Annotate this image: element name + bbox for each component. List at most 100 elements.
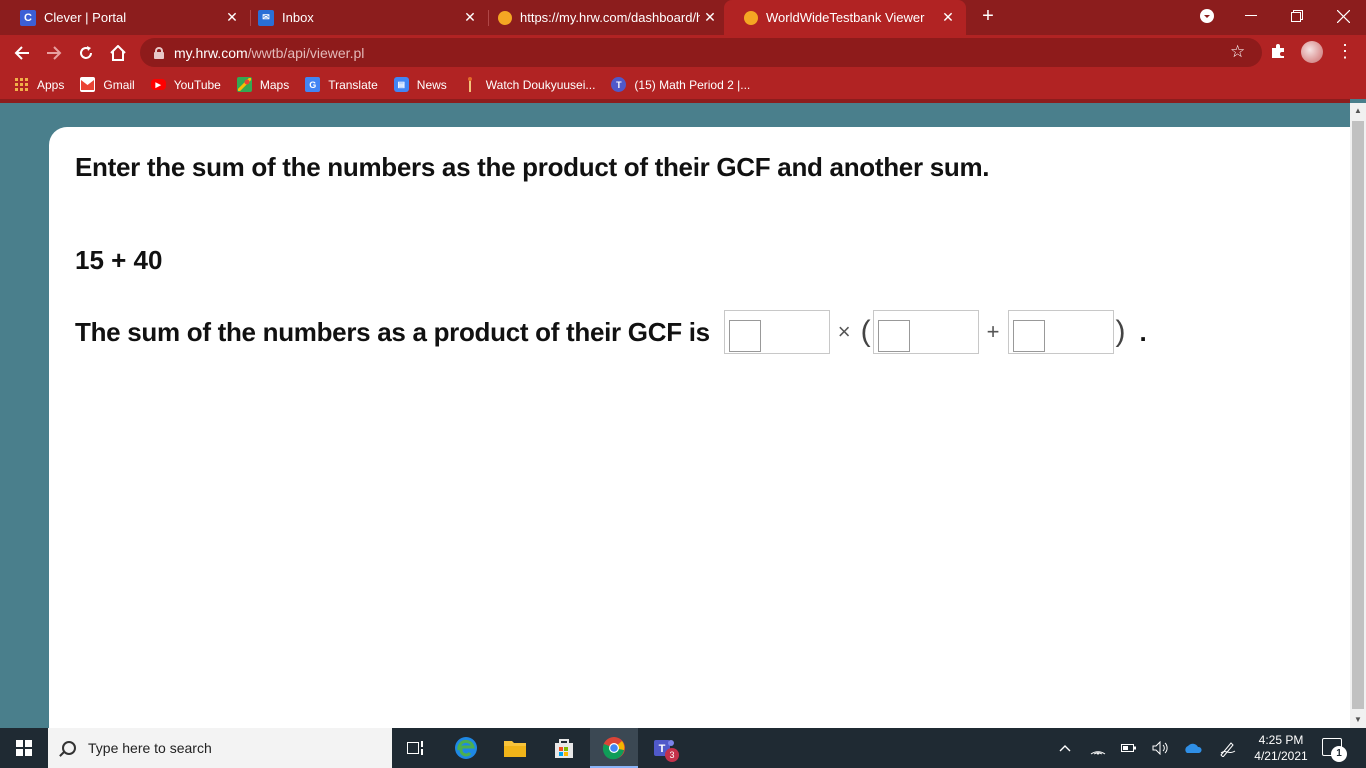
bookmark-label: Translate <box>328 77 378 92</box>
clock-time: 4:25 PM <box>1258 733 1304 747</box>
scroll-up-arrow-icon[interactable]: ▲ <box>1350 103 1366 119</box>
close-tab-icon[interactable]: ✕ <box>938 8 958 28</box>
bookmark-maps[interactable]: Maps <box>236 77 290 92</box>
chrome-icon <box>602 737 625 760</box>
answer-lead-text: The sum of the numbers as a product of t… <box>75 316 710 347</box>
home-icon <box>110 45 126 61</box>
bookmark-translate[interactable]: G Translate <box>305 77 378 92</box>
bookmark-youtube[interactable]: ▶ YouTube <box>150 77 221 92</box>
scrollbar-thumb[interactable] <box>1352 121 1364 709</box>
reload-button[interactable] <box>72 39 100 67</box>
vertical-scrollbar[interactable]: ▲ ▼ <box>1350 103 1366 728</box>
gcf-answer-field[interactable] <box>723 310 830 354</box>
mail-icon: ✉ <box>258 9 274 26</box>
bookmark-label: YouTube <box>173 77 221 92</box>
plus-symbol: + <box>986 319 1000 344</box>
notification-count-badge: 1 <box>1331 746 1347 762</box>
taskbar-edge[interactable] <box>442 728 490 768</box>
tab-title: Inbox <box>282 10 314 25</box>
teams-icon: T <box>611 77 627 92</box>
maps-icon <box>236 77 252 92</box>
pen-workspace-icon[interactable] <box>1216 728 1240 768</box>
windows-taskbar: Type here to search T 3 4:25 PM 4/21/202… <box>0 728 1366 768</box>
input-placeholder-box <box>728 320 761 352</box>
address-bar[interactable]: my.hrw.com/wwtb/api/viewer.pl <box>140 38 1262 67</box>
bookmark-page-icon <box>463 77 478 92</box>
taskbar-file-explorer[interactable] <box>491 728 539 768</box>
task-view-button[interactable] <box>392 728 440 768</box>
search-icon <box>62 741 76 755</box>
store-bag-icon <box>555 739 573 758</box>
tab-hrw-dashboard[interactable]: https://my.hrw.com/dashboard/h ✕ <box>478 0 728 35</box>
network-wifi-icon[interactable] <box>1087 728 1109 768</box>
input-placeholder-box <box>877 320 910 352</box>
taskbar-clock[interactable]: 4:25 PM 4/21/2021 <box>1248 732 1314 764</box>
tab-inbox[interactable]: ✉ Inbox ✕ <box>238 0 488 35</box>
taskbar-teams[interactable]: T 3 <box>639 728 687 768</box>
browser-tabstrip: C Clever | Portal ✕ ✉ Inbox ✕ https://my… <box>0 0 1366 35</box>
taskbar-search-box[interactable]: Type here to search <box>48 728 392 768</box>
sentence-period: . <box>1139 316 1147 347</box>
tab-worldwidetestbank-viewer[interactable]: WorldWideTestbank Viewer ✕ <box>724 0 966 35</box>
close-icon <box>1336 9 1350 23</box>
testbank-viewer: Enter the sum of the numbers as the prod… <box>0 103 1350 737</box>
tab-search-button[interactable] <box>1184 0 1230 32</box>
tab-title: https://my.hrw.com/dashboard/h <box>520 10 700 25</box>
restore-icon <box>1291 10 1303 22</box>
bookmark-star-icon[interactable]: ☆ <box>1230 42 1245 62</box>
taskbar-chrome[interactable] <box>590 728 638 768</box>
taskbar-store[interactable] <box>540 728 588 768</box>
close-tab-icon[interactable]: ✕ <box>700 8 720 28</box>
show-hidden-icons-chevron-icon[interactable] <box>1054 728 1076 768</box>
bookmark-label: Watch Doukyuusei... <box>485 77 596 92</box>
close-tab-icon[interactable]: ✕ <box>460 8 480 28</box>
teams-badge: 3 <box>665 748 679 762</box>
lock-icon <box>154 46 164 59</box>
start-button[interactable] <box>0 728 48 768</box>
back-button[interactable] <box>8 39 36 67</box>
battery-icon[interactable] <box>1118 728 1140 768</box>
arrow-left-icon <box>14 46 29 60</box>
kebab-menu-icon[interactable]: ⋮ <box>1336 41 1354 61</box>
bookmark-watch-doukyuusei[interactable]: Watch Doukyuusei... <box>463 77 596 92</box>
bookmark-label: Maps <box>259 77 290 92</box>
question-card: Enter the sum of the numbers as the prod… <box>49 127 1350 737</box>
question-prompt: Enter the sum of the numbers as the prod… <box>75 152 990 182</box>
extensions-puzzle-icon[interactable] <box>1270 43 1288 61</box>
bookmark-news[interactable]: ▤ News <box>393 77 447 92</box>
tab-clever-portal[interactable]: C Clever | Portal ✕ <box>0 0 250 35</box>
minimize-button[interactable] <box>1228 0 1274 32</box>
bookmarks-bar: Apps Gmail ▶ YouTube Maps G Translate ▤ … <box>0 70 1366 99</box>
bookmark-label: News <box>416 77 447 92</box>
clever-icon: C <box>20 9 36 26</box>
search-placeholder: Type here to search <box>88 740 212 756</box>
onedrive-cloud-icon[interactable] <box>1181 728 1205 768</box>
volume-icon[interactable] <box>1149 728 1171 768</box>
bookmark-math-period-2[interactable]: T (15) Math Period 2 |... <box>611 77 750 92</box>
first-addend-field[interactable] <box>872 310 979 354</box>
second-addend-field[interactable] <box>1007 310 1114 354</box>
clock-date: 4/21/2021 <box>1254 749 1308 763</box>
bookmark-gmail[interactable]: Gmail <box>80 77 135 92</box>
folder-icon <box>504 741 526 757</box>
open-paren: ( <box>860 315 871 348</box>
loading-dot-icon <box>744 10 758 25</box>
restore-button[interactable] <box>1274 0 1320 32</box>
bookmark-label: (15) Math Period 2 |... <box>634 77 751 92</box>
task-view-icon <box>407 741 423 755</box>
forward-button[interactable] <box>40 39 68 67</box>
close-window-button[interactable] <box>1320 0 1366 32</box>
input-placeholder-box <box>1012 320 1045 352</box>
bookmark-label: Gmail <box>103 77 135 92</box>
url-path: /wwtb/api/viewer.pl <box>247 44 365 61</box>
question-expression: 15 + 40 <box>75 245 163 275</box>
scroll-down-arrow-icon[interactable]: ▼ <box>1350 712 1366 728</box>
tab-title: WorldWideTestbank Viewer <box>766 10 925 25</box>
bookmark-apps[interactable]: Apps <box>14 77 64 92</box>
new-tab-button[interactable]: + <box>977 6 999 28</box>
profile-avatar[interactable] <box>1301 41 1323 63</box>
gmail-icon <box>80 77 96 92</box>
times-symbol: × <box>837 319 851 344</box>
home-button[interactable] <box>104 39 132 67</box>
bookmark-label: Apps <box>37 77 65 92</box>
